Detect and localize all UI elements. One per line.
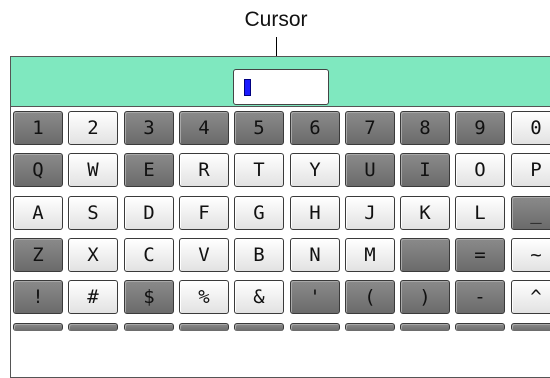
key[interactable]: ~ xyxy=(511,238,550,272)
text-input-field[interactable] xyxy=(233,69,329,105)
key[interactable] xyxy=(400,238,450,272)
key[interactable] xyxy=(179,323,229,331)
key[interactable]: U xyxy=(345,153,395,187)
key[interactable]: F xyxy=(179,196,229,230)
key[interactable] xyxy=(13,323,63,331)
key[interactable]: _ xyxy=(511,196,550,230)
key[interactable] xyxy=(290,323,340,331)
key[interactable]: Y xyxy=(290,153,340,187)
key[interactable]: R xyxy=(179,153,229,187)
key[interactable]: % xyxy=(179,280,229,314)
key[interactable]: W xyxy=(68,153,118,187)
key[interactable]: # xyxy=(68,280,118,314)
key[interactable]: O xyxy=(455,153,505,187)
key[interactable]: 9 xyxy=(455,111,505,145)
key[interactable]: B xyxy=(234,238,284,272)
key[interactable] xyxy=(511,323,550,331)
key[interactable]: X xyxy=(68,238,118,272)
key[interactable]: V xyxy=(179,238,229,272)
key[interactable] xyxy=(234,323,284,331)
key[interactable] xyxy=(345,323,395,331)
key[interactable]: H xyxy=(290,196,340,230)
key[interactable]: C xyxy=(124,238,174,272)
cursor-callout-label: Cursor xyxy=(244,8,308,31)
key[interactable] xyxy=(455,323,505,331)
key[interactable]: $ xyxy=(124,280,174,314)
key[interactable]: S xyxy=(68,196,118,230)
key[interactable]: ( xyxy=(345,280,395,314)
key[interactable]: 5 xyxy=(234,111,284,145)
key[interactable]: J xyxy=(345,196,395,230)
key[interactable]: Q xyxy=(13,153,63,187)
key[interactable]: T xyxy=(234,153,284,187)
key[interactable]: 3 xyxy=(124,111,174,145)
key[interactable]: 4 xyxy=(179,111,229,145)
key[interactable] xyxy=(124,323,174,331)
key[interactable]: I xyxy=(400,153,450,187)
key[interactable]: A xyxy=(13,196,63,230)
key[interactable]: Z xyxy=(13,238,63,272)
key[interactable]: ! xyxy=(13,280,63,314)
key[interactable]: P xyxy=(511,153,550,187)
key[interactable]: D xyxy=(124,196,174,230)
key[interactable]: 6 xyxy=(290,111,340,145)
key[interactable]: 8 xyxy=(400,111,450,145)
key[interactable]: - xyxy=(455,280,505,314)
key[interactable]: ^ xyxy=(511,280,550,314)
key[interactable]: 7 xyxy=(345,111,395,145)
input-bar xyxy=(11,57,550,107)
key[interactable]: K xyxy=(400,196,450,230)
key[interactable]: G xyxy=(234,196,284,230)
key[interactable]: ) xyxy=(400,280,450,314)
key[interactable] xyxy=(400,323,450,331)
key[interactable]: M xyxy=(345,238,395,272)
key[interactable]: = xyxy=(455,238,505,272)
keyboard-panel: 1 2 3 4 5 6 7 8 9 0 Q W E R T Y U I O P A S D F G H J K L _ Z X C V B N M = ~!… xyxy=(10,56,550,378)
key[interactable]: E xyxy=(124,153,174,187)
key[interactable]: 0 xyxy=(511,111,550,145)
key[interactable]: N xyxy=(290,238,340,272)
key[interactable] xyxy=(68,323,118,331)
key[interactable]: & xyxy=(234,280,284,314)
text-cursor xyxy=(244,79,251,96)
key[interactable]: ' xyxy=(290,280,340,314)
key[interactable]: L xyxy=(455,196,505,230)
key[interactable]: 2 xyxy=(68,111,118,145)
key[interactable]: 1 xyxy=(13,111,63,145)
